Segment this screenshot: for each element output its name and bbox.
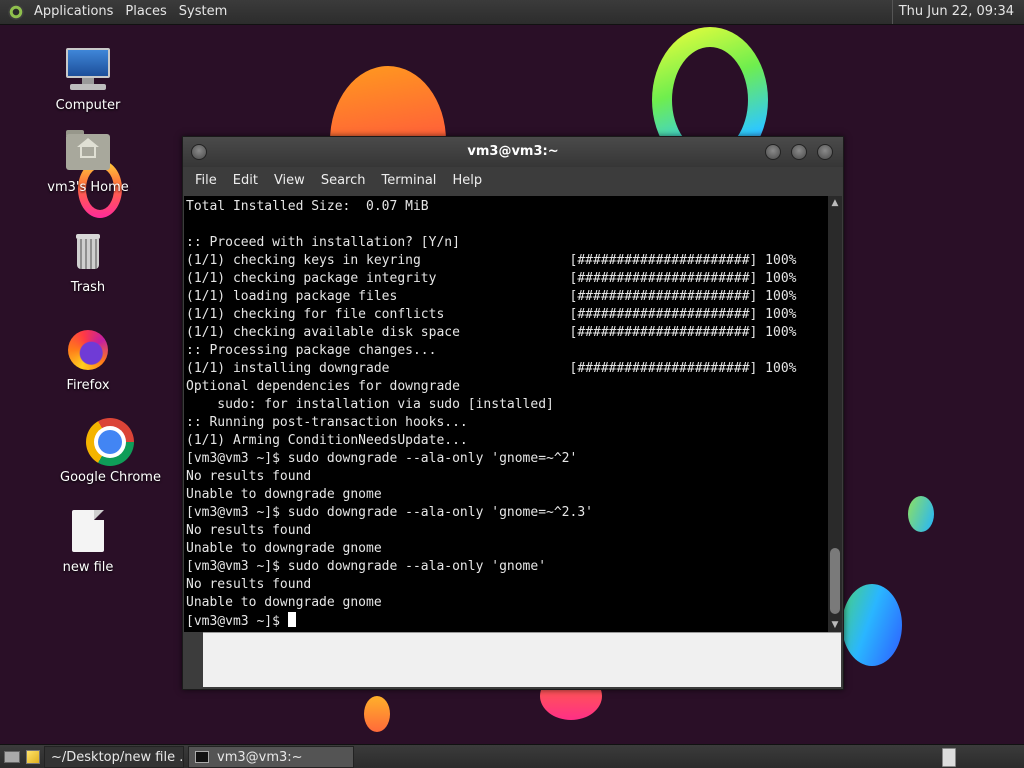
wallpaper-shape [908, 496, 934, 532]
desktop-icon-label: Computer [55, 98, 121, 113]
terminal-line: Unable to downgrade gnome [186, 487, 382, 502]
terminal-line: Total Installed Size: 0.07 MiB [186, 199, 429, 214]
desktop-icon-label: new file [62, 560, 114, 575]
window-title: vm3@vm3:~ [467, 144, 559, 159]
scrollbar[interactable]: ▲ ▼ [828, 196, 842, 632]
desktop-icon-new-file[interactable]: new file [38, 508, 138, 575]
terminal-line: (1/1) checking keys in keyring [########… [186, 253, 797, 268]
terminal-icon [195, 751, 209, 763]
desktop-icon-label: Google Chrome [60, 470, 161, 485]
menu-terminal[interactable]: Terminal [373, 167, 444, 195]
terminal-line: :: Running post-transaction hooks... [186, 415, 468, 430]
terminal-line: [vm3@vm3 ~]$ sudo downgrade --ala-only '… [186, 505, 593, 520]
taskbar-item-terminal[interactable]: vm3@vm3:~ [188, 746, 354, 768]
desktop-icon-label: vm3's Home [47, 180, 129, 195]
chrome-icon [86, 418, 134, 466]
taskbar-item-label: vm3@vm3:~ [217, 749, 303, 765]
terminal-line: (1/1) checking package integrity [######… [186, 271, 797, 286]
terminal-line: (1/1) checking for file conflicts [#####… [186, 307, 797, 322]
text-cursor [287, 612, 296, 627]
home-folder-icon [64, 128, 112, 176]
terminal-line: :: Proceed with installation? [Y/n] [186, 235, 460, 250]
terminal-line: (1/1) installing downgrade [############… [186, 361, 797, 376]
trash-applet-icon[interactable] [942, 748, 956, 767]
desktop-icon-firefox[interactable]: Firefox [38, 326, 138, 393]
window-background-panel [203, 632, 841, 687]
terminal-line: Optional dependencies for downgrade [186, 379, 460, 394]
scrollbar-thumb[interactable] [830, 548, 840, 614]
bottom-panel: ~/Desktop/new file ... vm3@vm3:~ [0, 744, 1024, 768]
terminal-line: (1/1) checking available disk space [###… [186, 325, 797, 340]
terminal-line: Unable to downgrade gnome [186, 595, 382, 610]
menu-file[interactable]: File [187, 167, 225, 195]
menu-search[interactable]: Search [313, 167, 374, 195]
clock[interactable]: Thu Jun 22, 09:34 [891, 0, 1020, 24]
terminal-line: No results found [186, 469, 312, 484]
desktop-icon-trash[interactable]: Trash [38, 228, 138, 295]
desktop-icon-label: Trash [70, 280, 106, 295]
terminal-prompt: [vm3@vm3 ~]$ [186, 614, 288, 629]
places-menu[interactable]: Places [119, 0, 172, 24]
terminal-line: (1/1) Arming ConditionNeedsUpdate... [186, 433, 468, 448]
terminal-output: Total Installed Size: 0.07 MiB :: Procee… [184, 196, 828, 632]
desktop-icon-computer[interactable]: Computer [38, 46, 138, 113]
terminal-line: [vm3@vm3 ~]$ sudo downgrade --ala-only '… [186, 559, 547, 574]
firefox-icon [64, 326, 112, 374]
text-editor-launcher-icon[interactable] [26, 750, 40, 764]
terminal-line: No results found [186, 577, 312, 592]
terminal-line: [vm3@vm3 ~]$ sudo downgrade --ala-only '… [186, 451, 578, 466]
terminal-menubar: File Edit View Search Terminal Help [183, 167, 843, 195]
applications-menu[interactable]: Applications [28, 0, 119, 24]
trash-icon [64, 228, 112, 276]
menu-view[interactable]: View [266, 167, 313, 195]
scroll-up-arrow-icon[interactable]: ▲ [828, 196, 842, 210]
terminal-window[interactable]: vm3@vm3:~ File Edit View Search Terminal… [182, 136, 844, 690]
close-button[interactable] [817, 144, 833, 160]
desktop-icon-label: Firefox [66, 378, 110, 393]
computer-icon [64, 46, 112, 94]
wallpaper-shape [842, 584, 902, 666]
file-icon [64, 508, 112, 556]
top-panel: Applications Places System Thu Jun 22, 0… [0, 0, 1024, 25]
window-titlebar[interactable]: vm3@vm3:~ [183, 137, 843, 167]
window-menu-button[interactable] [191, 144, 207, 160]
terminal-line: Unable to downgrade gnome [186, 541, 382, 556]
scroll-down-arrow-icon[interactable]: ▼ [828, 618, 842, 632]
terminal-line: No results found [186, 523, 312, 538]
terminal-line: sudo: for installation via sudo [install… [186, 397, 554, 412]
desktop-icon-chrome[interactable]: Google Chrome [60, 418, 161, 485]
taskbar-item-editor[interactable]: ~/Desktop/new file ... [44, 746, 184, 768]
terminal-line: :: Processing package changes... [186, 343, 437, 358]
maximize-button[interactable] [791, 144, 807, 160]
desktop-icon-home[interactable]: vm3's Home [38, 128, 138, 195]
terminal-output-area[interactable]: Total Installed Size: 0.07 MiB :: Procee… [184, 196, 828, 632]
menu-edit[interactable]: Edit [225, 167, 266, 195]
terminal-line: (1/1) loading package files [###########… [186, 289, 797, 304]
system-menu[interactable]: System [173, 0, 233, 24]
applications-menu-icon[interactable] [8, 4, 24, 20]
minimize-button[interactable] [765, 144, 781, 160]
show-desktop-icon[interactable] [4, 751, 20, 763]
wallpaper-shape [364, 696, 390, 732]
taskbar-item-label: ~/Desktop/new file ... [51, 749, 184, 765]
menu-help[interactable]: Help [444, 167, 490, 195]
